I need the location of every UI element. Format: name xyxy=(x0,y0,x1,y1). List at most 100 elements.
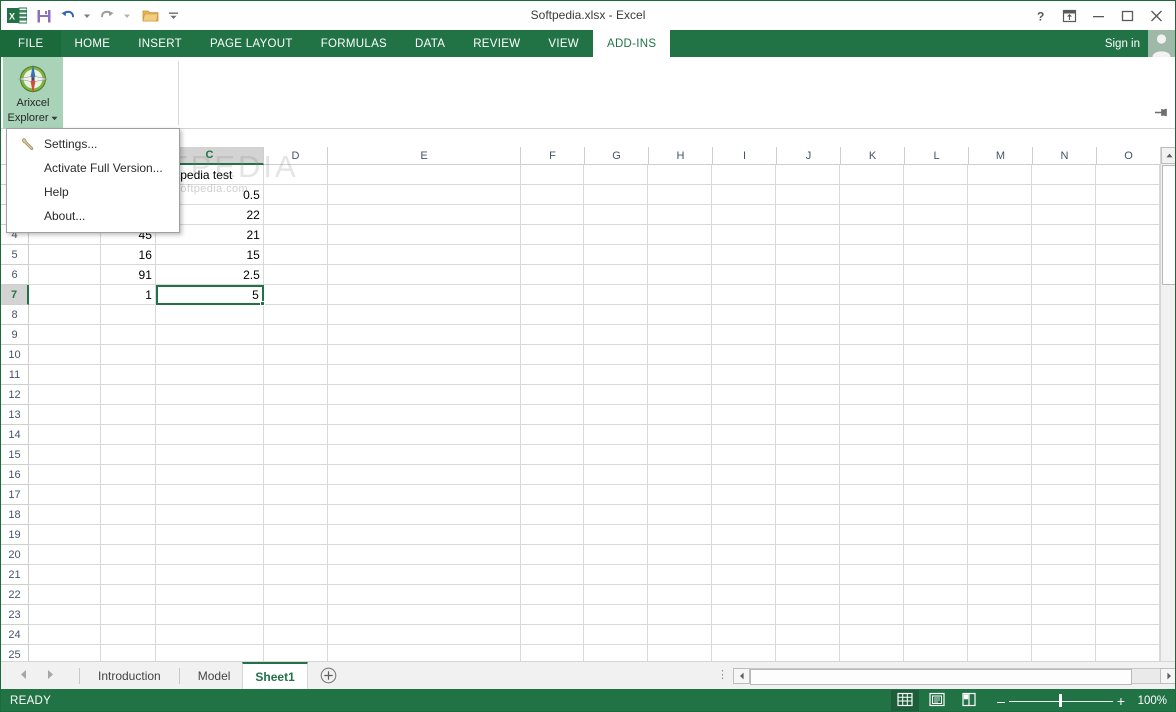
cell-D16[interactable] xyxy=(263,465,328,485)
cell-A21[interactable] xyxy=(29,565,101,585)
cell-D8[interactable] xyxy=(263,305,328,325)
cell-M25[interactable] xyxy=(968,645,1033,661)
cell-J18[interactable] xyxy=(776,505,841,525)
cell-B24[interactable] xyxy=(100,625,156,645)
cell-H17[interactable] xyxy=(648,485,713,505)
cell-O22[interactable] xyxy=(1095,585,1160,605)
cell-I19[interactable] xyxy=(712,525,777,545)
cell-A14[interactable] xyxy=(29,425,101,445)
cell-I14[interactable] xyxy=(712,425,777,445)
cell-F6[interactable] xyxy=(520,265,585,285)
page-layout-view-button[interactable] xyxy=(923,690,951,711)
add-sheet-icon[interactable] xyxy=(320,667,337,684)
tab-insert[interactable]: INSERT xyxy=(124,30,196,57)
cell-H10[interactable] xyxy=(648,345,713,365)
cell-G15[interactable] xyxy=(584,445,649,465)
cell-M13[interactable] xyxy=(968,405,1033,425)
cell-B25[interactable] xyxy=(101,645,156,661)
row-header-9[interactable]: 9 xyxy=(1,325,29,345)
cell-E24[interactable] xyxy=(327,625,521,645)
cell-B12[interactable] xyxy=(100,385,156,405)
cell-A8[interactable] xyxy=(29,305,101,325)
cell-J2[interactable] xyxy=(776,185,841,205)
cell-J5[interactable] xyxy=(776,245,841,265)
column-header-f[interactable]: F xyxy=(521,147,585,165)
cell-F1[interactable] xyxy=(520,165,585,185)
cell-E15[interactable] xyxy=(327,445,521,465)
cell-G7[interactable] xyxy=(584,285,649,305)
cell-G22[interactable] xyxy=(584,585,649,605)
cell-E7[interactable] xyxy=(327,285,521,305)
cell-A18[interactable] xyxy=(29,505,101,525)
cell-D23[interactable] xyxy=(263,605,328,625)
cell-G8[interactable] xyxy=(584,305,649,325)
horizontal-scrollbar[interactable] xyxy=(750,667,1160,685)
cell-F2[interactable] xyxy=(520,185,585,205)
cell-J9[interactable] xyxy=(776,325,841,345)
cell-B13[interactable] xyxy=(100,405,156,425)
row-header-5[interactable]: 5 xyxy=(1,245,29,265)
cell-E19[interactable] xyxy=(327,525,521,545)
cell-A25[interactable] xyxy=(29,645,101,661)
cell-K10[interactable] xyxy=(840,345,905,365)
sign-in-area[interactable]: Sign in xyxy=(1105,30,1175,57)
cell-O12[interactable] xyxy=(1095,385,1160,405)
cell-O4[interactable] xyxy=(1095,225,1160,245)
cell-M7[interactable] xyxy=(968,285,1033,305)
cell-B10[interactable] xyxy=(100,345,156,365)
undo-icon[interactable] xyxy=(57,4,77,28)
zoom-slider-thumb[interactable] xyxy=(1059,694,1062,707)
cell-M8[interactable] xyxy=(968,305,1033,325)
sheet-tab-introduction[interactable]: Introduction xyxy=(86,662,173,689)
cell-L23[interactable] xyxy=(904,605,969,625)
cell-I10[interactable] xyxy=(712,345,777,365)
cell-A5[interactable] xyxy=(29,245,101,265)
cell-D6[interactable] xyxy=(263,265,328,285)
cell-H21[interactable] xyxy=(648,565,713,585)
cell-C5[interactable]: 15 xyxy=(155,245,264,265)
cell-G17[interactable] xyxy=(584,485,649,505)
cell-I3[interactable] xyxy=(712,205,777,225)
cell-D7[interactable] xyxy=(263,285,328,305)
cell-L3[interactable] xyxy=(904,205,969,225)
cell-H6[interactable] xyxy=(648,265,713,285)
cell-O10[interactable] xyxy=(1095,345,1160,365)
cell-D1[interactable] xyxy=(263,165,328,185)
cell-E16[interactable] xyxy=(327,465,521,485)
cell-D9[interactable] xyxy=(263,325,328,345)
row-header-21[interactable]: 21 xyxy=(1,565,29,585)
cell-A16[interactable] xyxy=(29,465,101,485)
cell-O7[interactable] xyxy=(1095,285,1160,305)
cell-O13[interactable] xyxy=(1095,405,1160,425)
cell-L22[interactable] xyxy=(904,585,969,605)
cell-I2[interactable] xyxy=(712,185,777,205)
cell-G5[interactable] xyxy=(584,245,649,265)
cell-I23[interactable] xyxy=(712,605,777,625)
cell-D10[interactable] xyxy=(263,345,328,365)
cell-L21[interactable] xyxy=(904,565,969,585)
cell-D2[interactable] xyxy=(263,185,328,205)
cell-D13[interactable] xyxy=(263,405,328,425)
tab-formulas[interactable]: FORMULAS xyxy=(306,30,402,57)
cell-N1[interactable] xyxy=(1032,165,1096,185)
cell-H23[interactable] xyxy=(648,605,713,625)
cell-K8[interactable] xyxy=(840,305,905,325)
cell-I9[interactable] xyxy=(712,325,777,345)
cell-O25[interactable] xyxy=(1096,645,1160,661)
menu-item-settings[interactable]: Settings... xyxy=(7,132,179,156)
cell-M11[interactable] xyxy=(968,365,1033,385)
row-header-11[interactable]: 11 xyxy=(1,365,29,385)
cell-A13[interactable] xyxy=(29,405,101,425)
cell-K13[interactable] xyxy=(840,405,905,425)
cell-O18[interactable] xyxy=(1095,505,1160,525)
chevron-down-icon[interactable] xyxy=(51,111,58,126)
column-header-l[interactable]: L xyxy=(905,147,969,165)
cell-H7[interactable] xyxy=(648,285,713,305)
cell-M1[interactable] xyxy=(968,165,1033,185)
cell-M2[interactable] xyxy=(968,185,1033,205)
cell-C8[interactable] xyxy=(155,305,264,325)
cell-E6[interactable] xyxy=(327,265,521,285)
cell-N19[interactable] xyxy=(1032,525,1096,545)
cell-F7[interactable] xyxy=(520,285,585,305)
cell-J10[interactable] xyxy=(776,345,841,365)
